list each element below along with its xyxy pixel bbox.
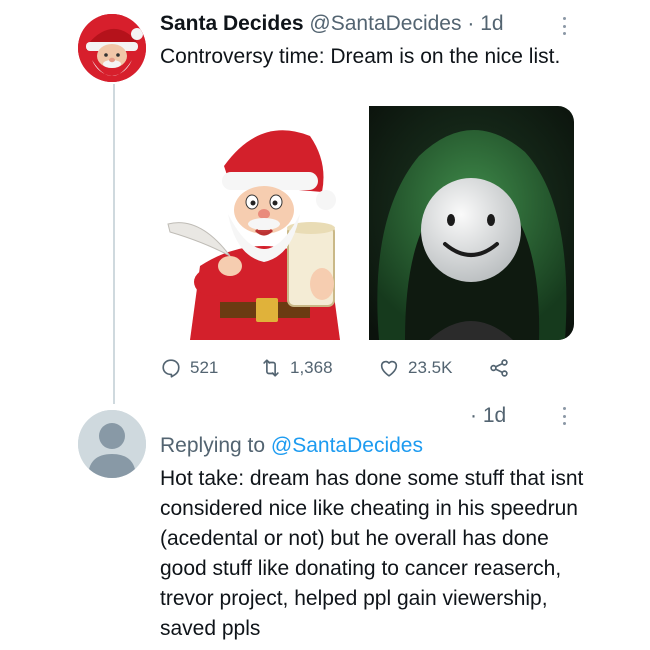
reply-count: 521 [190,358,219,377]
more-options-icon[interactable] [554,14,574,38]
author-name[interactable]: Santa Decides [160,12,304,35]
tweet-text: Controversy time: Dream is on the nice l… [160,45,561,68]
media-image-dream[interactable] [369,106,574,340]
default-avatar[interactable] [78,410,146,478]
like-count: 23.5K [408,358,453,377]
tweet-header: Santa Decides @SantaDecides · 1d [160,12,504,36]
user-silhouette-icon [78,410,146,478]
thread-line [113,84,115,404]
retweet-icon [263,359,279,377]
reply-time[interactable]: · 1d [470,404,506,428]
share-icon [490,359,508,377]
reply-separator: · [470,404,477,427]
replying-to: Replying to @SantaDecides [160,434,423,458]
retweet-count: 1,368 [290,358,333,377]
like-button[interactable]: 23.5K [378,357,488,379]
reply-text: Hot take: dream has done some stuff that… [160,467,584,640]
heart-icon [380,360,398,377]
tweet-time[interactable]: 1d [480,12,503,35]
replying-prefix: Replying to [160,434,266,457]
dream-mask-hood-image [369,106,574,340]
santa-cartoon-image [160,106,365,340]
reply-more-options-icon[interactable] [554,404,574,428]
santa-avatar[interactable] [78,14,146,82]
header-separator: · [467,12,475,35]
media-image-santa[interactable] [160,106,365,340]
reply-time-value: 1d [482,404,507,427]
retweet-button[interactable]: 1,368 [260,357,378,379]
santa-face-icon [78,14,146,82]
author-handle[interactable]: @SantaDecides [309,12,461,35]
tweet-actions: 521 1,368 23.5K [160,354,510,382]
tweet-media[interactable] [160,106,574,340]
share-button[interactable] [488,357,510,379]
replying-mention-link[interactable]: @SantaDecides [271,434,423,457]
reply-icon [162,359,180,378]
reply-button[interactable]: 521 [160,357,260,379]
